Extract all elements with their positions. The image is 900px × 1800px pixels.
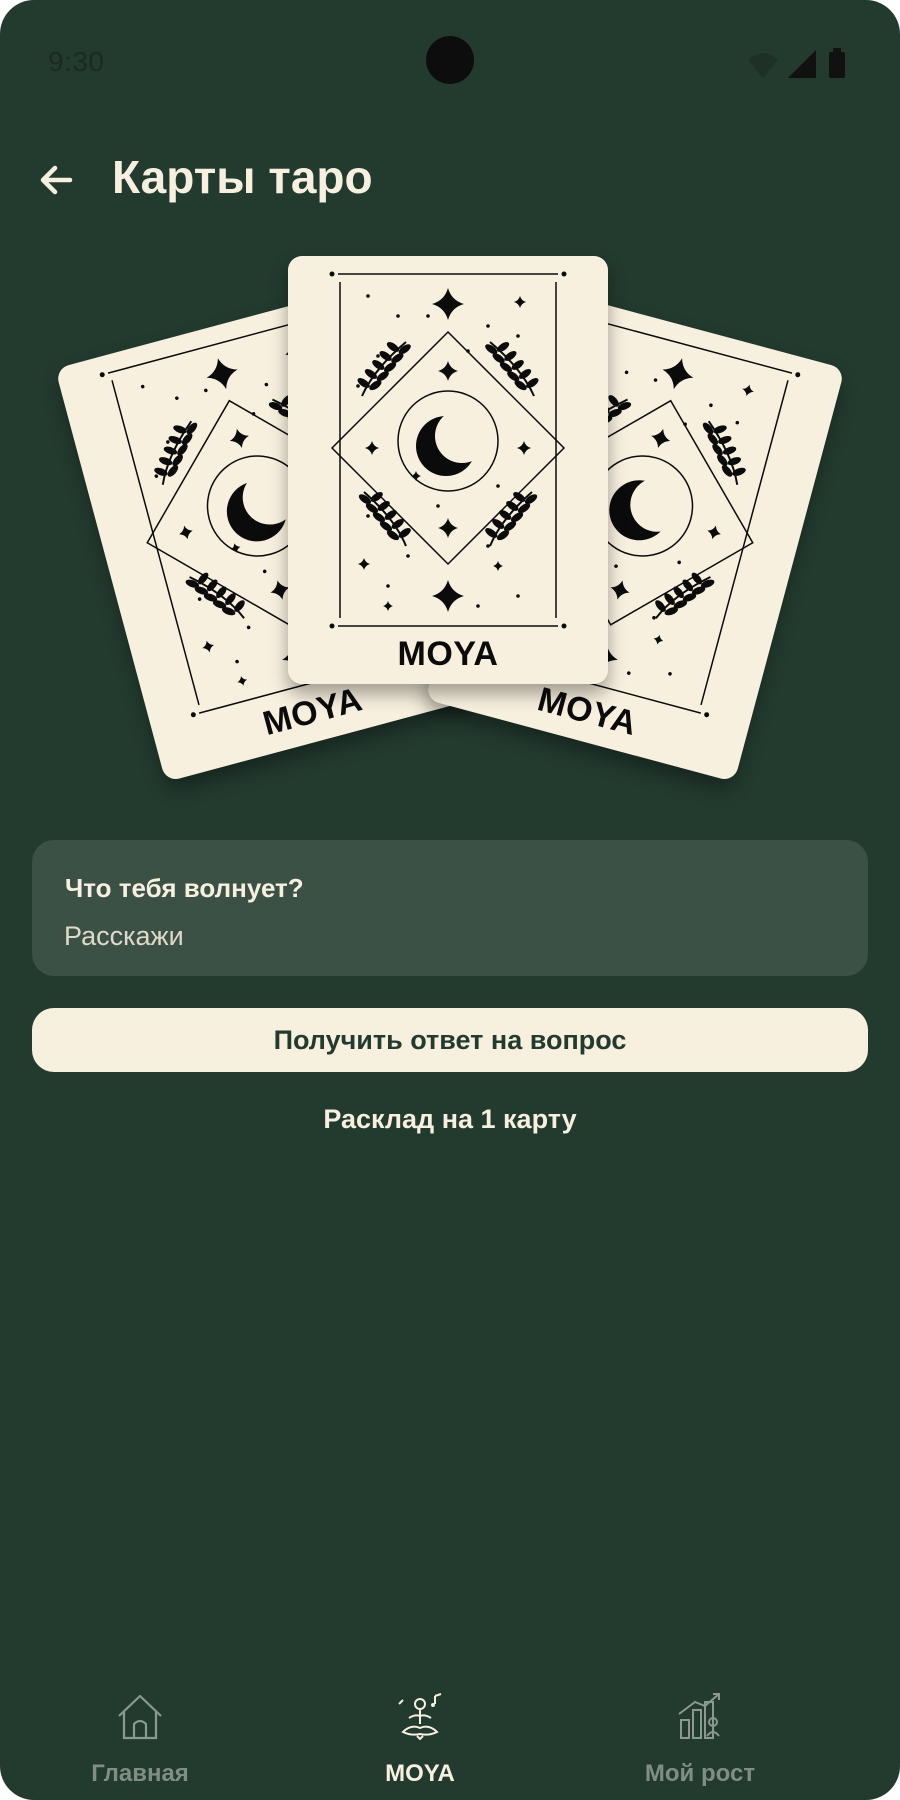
question-field[interactable]: Что тебя волнует? xyxy=(32,840,868,976)
card-artwork xyxy=(329,271,567,629)
page-title: Карты таро xyxy=(112,151,373,203)
tarot-card-center[interactable]: MOYA xyxy=(288,256,608,684)
header: Карты таро xyxy=(0,140,900,220)
bottom-navigation: Главная MOYA Мой рост xyxy=(0,1680,900,1800)
back-button[interactable] xyxy=(30,154,82,206)
nav-label-moya: MOYA xyxy=(385,1760,455,1787)
home-icon xyxy=(118,1694,162,1740)
battery-icon xyxy=(829,48,845,78)
tarot-cards: MOYA MOYA MOYA xyxy=(0,250,900,790)
nav-label-growth: Мой рост xyxy=(644,1760,756,1787)
nav-label-home: Главная xyxy=(91,1760,189,1787)
get-answer-button[interactable]: Получить ответ на вопрос xyxy=(32,1008,868,1072)
status-time: 9:30 xyxy=(48,46,105,77)
card-brand-label: MOYA xyxy=(397,635,499,673)
status-bar: 9:30 xyxy=(0,0,900,120)
nav-item-home[interactable]: Главная xyxy=(20,1680,260,1790)
nav-item-moya[interactable]: MOYA xyxy=(300,1680,540,1790)
meditation-icon xyxy=(398,1693,442,1741)
arrow-left-icon xyxy=(40,165,73,195)
wifi-icon xyxy=(748,53,778,78)
system-icons xyxy=(746,48,856,82)
question-input[interactable] xyxy=(64,916,824,956)
app-screen: 9:30 Карты таро MOYA MOYA MOYA Что тебя … xyxy=(0,0,900,1800)
front-camera xyxy=(426,36,474,84)
question-label: Что тебя волнует? xyxy=(65,873,304,903)
cellular-signal-icon xyxy=(788,50,816,78)
nav-item-growth[interactable]: Мой рост xyxy=(580,1680,820,1790)
spread-info-text: Расклад на 1 карту xyxy=(323,1104,577,1134)
growth-chart-icon xyxy=(678,1693,720,1739)
